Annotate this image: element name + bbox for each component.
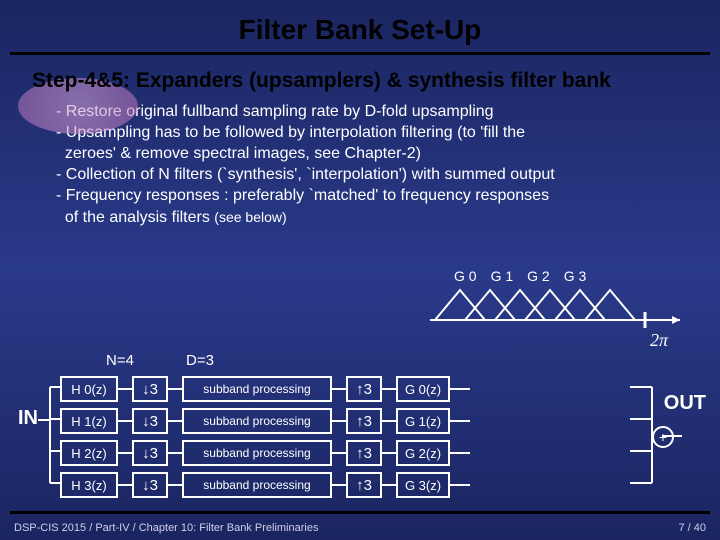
upsampler-box: ↑3 [346, 472, 382, 498]
bullet-item: - Frequency responses : preferably `matc… [56, 185, 680, 206]
page-title: Filter Bank Set-Up [0, 0, 720, 52]
bullet-item: zeroes' & remove spectral images, see Ch… [56, 143, 680, 164]
subband-processing-box: subband processing [182, 440, 332, 466]
subband-processing-box: subband processing [182, 408, 332, 434]
synthesis-filter-box: G 2(z) [396, 440, 450, 466]
bullet-item: - Restore original fullband sampling rat… [56, 101, 680, 122]
input-label: IN [18, 407, 38, 430]
divider-top [10, 52, 710, 55]
chain-row: H 2(z) ↓3 subband processing ↑3 G 2(z) [60, 438, 470, 468]
two-pi-label: 2π [650, 330, 668, 351]
synthesis-filter-box: G 1(z) [396, 408, 450, 434]
chain-row: H 0(z) ↓3 subband processing ↑3 G 0(z) [60, 374, 470, 404]
d-label: D=3 [186, 352, 214, 369]
summer-icon: + [652, 426, 674, 448]
chain-row: H 3(z) ↓3 subband processing ↑3 G 3(z) [60, 470, 470, 500]
synthesis-filter-box: G 0(z) [396, 376, 450, 402]
analysis-filter-box: H 2(z) [60, 440, 118, 466]
downsampler-box: ↓3 [132, 376, 168, 402]
page-number: 7 / 40 [678, 522, 706, 534]
merge-lines-icon [630, 374, 690, 524]
downsampler-box: ↓3 [132, 408, 168, 434]
upsampler-box: ↑3 [346, 408, 382, 434]
freq-labels: G 0G 1G 2G 3 [454, 268, 600, 284]
bullet-item: of the analysis filters (see below) [56, 207, 680, 228]
step-subtitle: Step-4&5: Expanders (upsamplers) & synth… [14, 65, 706, 101]
subband-processing-box: subband processing [182, 376, 332, 402]
downsampler-box: ↓3 [132, 472, 168, 498]
analysis-filter-box: H 3(z) [60, 472, 118, 498]
see-below-note: (see below) [214, 209, 286, 225]
subband-processing-box: subband processing [182, 472, 332, 498]
upsampler-box: ↑3 [346, 440, 382, 466]
footer-left: DSP-CIS 2015 / Part-IV / Chapter 10: Fil… [14, 522, 318, 534]
analysis-filter-box: H 1(z) [60, 408, 118, 434]
analysis-filter-box: H 0(z) [60, 376, 118, 402]
divider-bottom [10, 511, 710, 514]
upsampler-box: ↑3 [346, 376, 382, 402]
frequency-response-diagram: G 0G 1G 2G 3 2π [430, 270, 690, 334]
bullet-item: - Collection of N filters (`synthesis', … [56, 164, 680, 185]
bullet-item: - Upsampling has to be followed by inter… [56, 122, 680, 143]
synthesis-filter-box: G 3(z) [396, 472, 450, 498]
n-label: N=4 [106, 352, 134, 369]
chain-row: H 1(z) ↓3 subband processing ↑3 G 1(z) [60, 406, 470, 436]
downsampler-box: ↓3 [132, 440, 168, 466]
